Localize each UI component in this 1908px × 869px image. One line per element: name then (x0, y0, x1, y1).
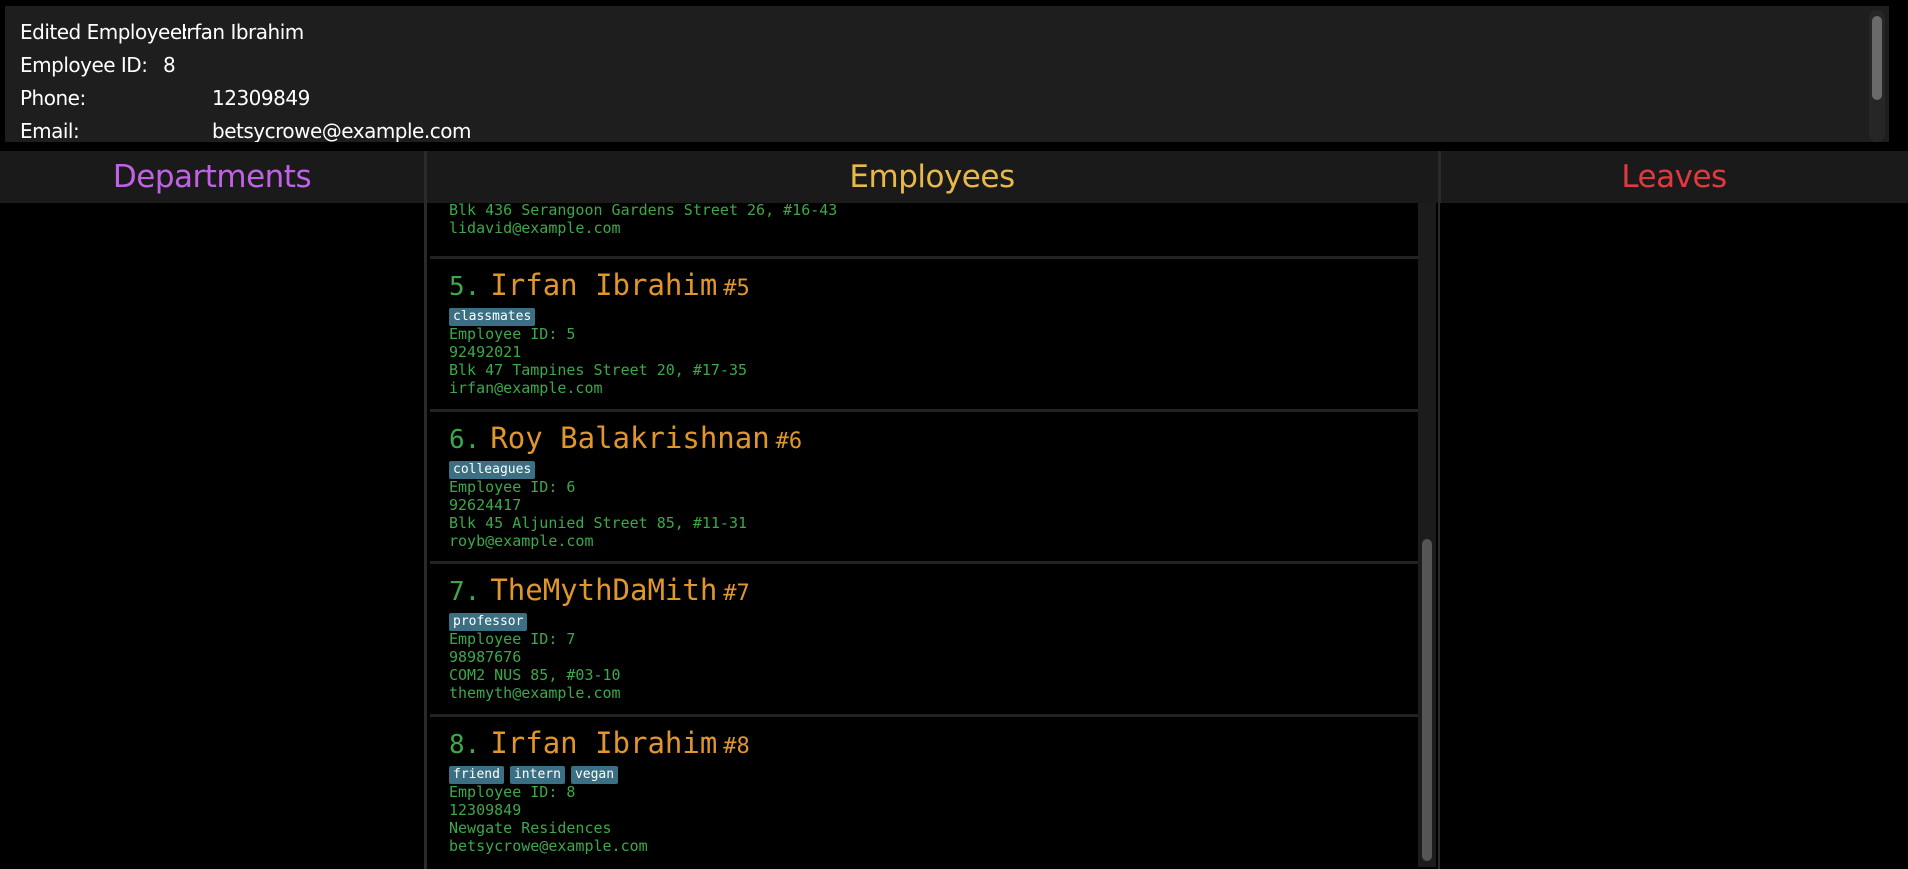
card-content: 6. Roy Balakrishnan #6 colleagues Employee… (449, 420, 802, 550)
result-scrollbar-thumb[interactable] (1872, 16, 1882, 100)
employee-name: Roy Balakrishnan (490, 421, 770, 455)
leaves-panel[interactable] (1440, 203, 1908, 869)
result-value: Irfan Ibrahim (181, 20, 304, 44)
employee-tags: colleagues (449, 458, 802, 479)
employee-index: 8. (449, 730, 481, 760)
employee-card-5[interactable]: 5. Irfan Ibrahim #5 classmates Employee ID… (430, 256, 1418, 409)
employee-name: TheMythDaMith (490, 573, 718, 607)
employee-email: betsycrowe@example.com (449, 837, 648, 855)
employees-header: Employees (426, 151, 1438, 203)
employee-hash: #7 (723, 581, 750, 606)
employees-panel[interactable]: Blk 436 Serangoon Gardens Street 26, #16… (428, 203, 1438, 869)
employee-tag: colleagues (449, 461, 536, 479)
employee-address: Blk 45 Aljunied Street 85, #11-31 (449, 514, 748, 532)
card-header: 5. Irfan Ibrahim #5 (449, 267, 750, 303)
employee-name: Irfan Ibrahim (490, 268, 718, 302)
employee-id: Employee ID: 8 (449, 783, 576, 801)
employee-list-scrollbar[interactable] (1418, 203, 1436, 867)
app-window: Edited Employee: Irfan Ibrahim Employee … (0, 0, 1908, 869)
card-content: 7. TheMythDaMith #7 professor Employee ID:… (449, 572, 750, 702)
employee-phone: 92624417 (449, 496, 522, 514)
employee-tags: friend intern vegan (449, 763, 750, 784)
employee-list-scrollbar-thumb[interactable] (1422, 539, 1432, 861)
result-value: 8 (163, 53, 176, 77)
result-label: Edited Employee: (20, 20, 188, 44)
result-label: Phone: (20, 86, 86, 110)
employee-id: Employee ID: 7 (449, 630, 576, 648)
employee-hash: #5 (723, 276, 750, 301)
employee-address: COM2 NUS 85, #03-10 (449, 666, 621, 684)
employee-address: Blk 47 Tampines Street 20, #17-35 (449, 361, 748, 379)
card-content: 5. Irfan Ibrahim #5 classmates Employee ID… (449, 267, 750, 397)
employee-tag: classmates (449, 308, 536, 326)
employee-index: 6. (449, 425, 481, 455)
employee-email: lidavid@example.com (449, 219, 621, 237)
panel-divider[interactable] (424, 151, 427, 869)
departments-panel[interactable] (0, 203, 424, 869)
employee-address: Newgate Residences (449, 819, 612, 837)
employee-card-partial[interactable]: Blk 436 Serangoon Gardens Street 26, #16… (430, 203, 1418, 259)
card-header: 6. Roy Balakrishnan #6 (449, 420, 802, 456)
leaves-header: Leaves (1440, 151, 1908, 203)
card-header: 7. TheMythDaMith #7 (449, 572, 750, 608)
employee-card-8[interactable]: 8. Irfan Ibrahim #8 friend intern vegan Empl… (430, 714, 1418, 867)
employee-name: Irfan Ibrahim (490, 726, 718, 760)
employee-card-6[interactable]: 6. Roy Balakrishnan #6 colleagues Employee… (430, 409, 1418, 561)
employee-tags: classmates (449, 305, 750, 326)
result-label: Email: (20, 119, 80, 143)
employee-id: Employee ID: 6 (449, 478, 576, 496)
employee-list[interactable]: Blk 436 Serangoon Gardens Street 26, #16… (430, 203, 1418, 867)
employee-tag: intern (509, 766, 565, 784)
employee-phone: 92492021 (449, 343, 522, 361)
card-header: 8. Irfan Ibrahim #8 (449, 725, 750, 761)
employee-id: Employee ID: 5 (449, 325, 576, 343)
departments-header: Departments (0, 151, 424, 203)
employee-index: 5. (449, 272, 481, 302)
employee-tag: friend (449, 766, 504, 784)
employee-phone: 98987676 (449, 648, 522, 666)
employee-email: themyth@example.com (449, 684, 621, 702)
employee-email: royb@example.com (449, 532, 594, 550)
result-value: 12309849 (212, 86, 310, 110)
employee-tag: professor (449, 613, 528, 631)
result-label: Employee ID: (20, 53, 148, 77)
employee-address: Blk 436 Serangoon Gardens Street 26, #16… (449, 203, 838, 219)
card-content: 8. Irfan Ibrahim #8 friend intern vegan Empl… (449, 725, 750, 855)
result-display[interactable]: Edited Employee: Irfan Ibrahim Employee … (3, 4, 1891, 144)
employee-tags: professor (449, 610, 750, 631)
card-content: Blk 436 Serangoon Gardens Street 26, #16… (449, 203, 837, 237)
employee-index: 7. (449, 577, 481, 607)
employee-email: irfan@example.com (449, 379, 603, 397)
result-value: betsycrowe@example.com (212, 119, 471, 143)
employee-phone: 12309849 (449, 801, 522, 819)
employee-tag: vegan (570, 766, 619, 784)
employee-hash: #6 (775, 429, 803, 454)
result-scrollbar[interactable] (1869, 10, 1885, 142)
employee-hash: #8 (723, 734, 750, 759)
employee-card-7[interactable]: 7. TheMythDaMith #7 professor Employee ID:… (430, 561, 1418, 714)
